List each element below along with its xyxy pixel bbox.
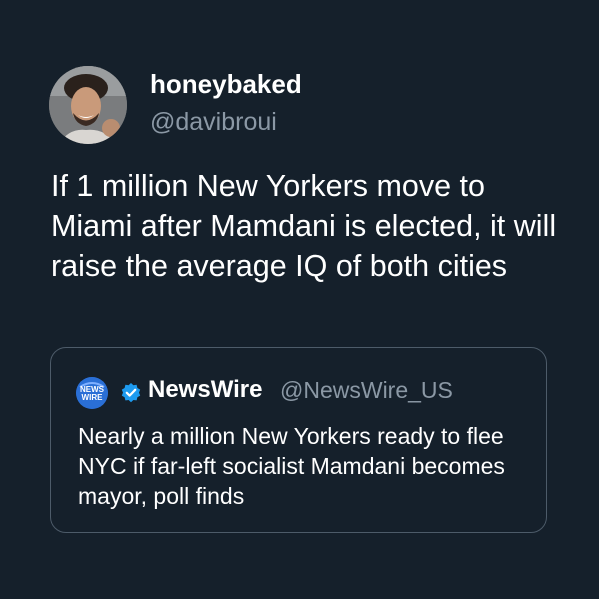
profile-photo-icon — [49, 66, 127, 144]
quoted-handle: @NewsWire_US — [280, 377, 453, 403]
logo-text-wire: WIRE — [82, 393, 104, 402]
author-display-name[interactable]: honeybaked — [150, 69, 302, 99]
newswire-logo-icon: NEWS WIRE — [76, 377, 108, 409]
verified-badge-icon — [120, 382, 142, 404]
author-avatar[interactable] — [49, 66, 127, 144]
quoted-tweet-card[interactable]: NEWS WIRE NewsWire @NewsWire_US Nearly a… — [50, 347, 547, 533]
tweet-text: If 1 million New Yorkers move to Miami a… — [51, 169, 557, 283]
quoted-tweet-text: Nearly a million New Yorkers ready to fl… — [78, 423, 505, 509]
author-handle[interactable]: @davibroui — [150, 107, 277, 137]
tweet-card: honeybaked @davibroui If 1 million New Y… — [0, 0, 599, 599]
quoted-display-name: NewsWire — [148, 376, 263, 403]
